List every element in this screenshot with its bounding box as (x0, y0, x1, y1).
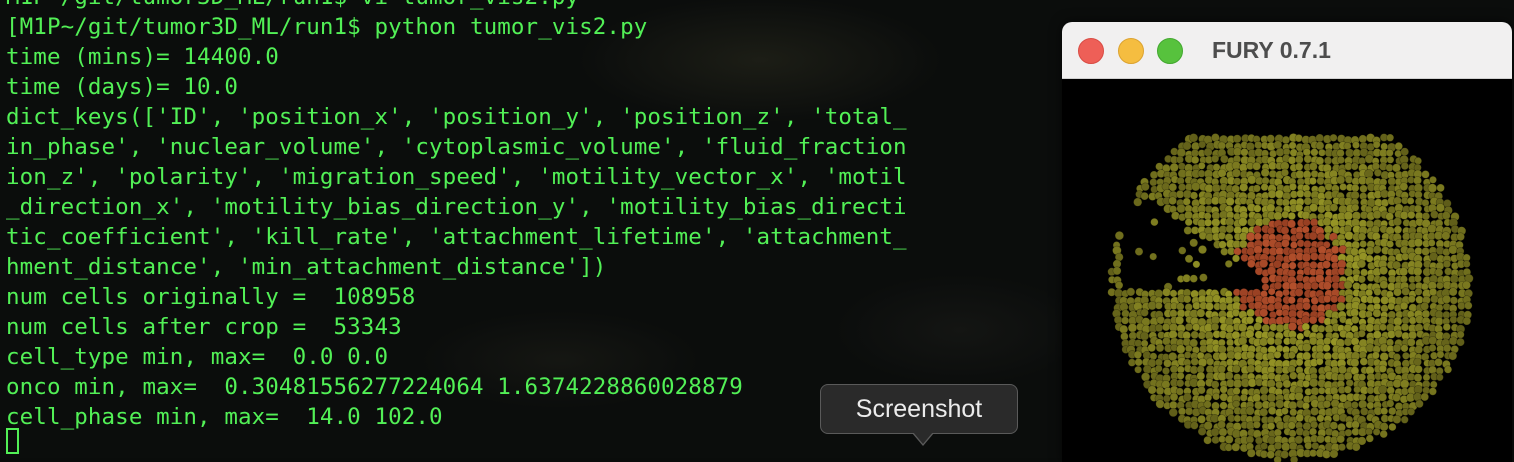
window-title: FURY 0.7.1 (1212, 37, 1331, 63)
terminal-line: tic_coefficient', 'kill_rate', 'attachme… (6, 224, 907, 250)
terminal-line: hment_distance', 'min_attachment_distanc… (6, 254, 607, 280)
minimize-window-button[interactable] (1118, 38, 1144, 64)
terminal-line: num cells after crop = 53343 (6, 314, 402, 340)
screenshot-tooltip: Screenshot (820, 384, 1018, 434)
tooltip-arrow-inner (913, 432, 933, 444)
terminal-line: dict_keys(['ID', 'position_x', 'position… (6, 104, 907, 130)
terminal-line: in_phase', 'nuclear_volume', 'cytoplasmi… (6, 134, 907, 160)
close-window-button[interactable] (1078, 38, 1104, 64)
terminal-line: time (days)= 10.0 (6, 74, 238, 100)
terminal-line: cell_type min, max= 0.0 0.0 (6, 344, 389, 370)
fury-window[interactable]: FURY 0.7.1 (1062, 22, 1512, 462)
terminal-output: M1P~/git/tumor3D_ML/run1$ vi tumor_vis2.… (6, 0, 907, 432)
terminal-line: num cells originally = 108958 (6, 284, 416, 310)
maximize-window-button[interactable] (1157, 38, 1183, 64)
tumor-3d-render[interactable] (1062, 79, 1512, 462)
terminal-line: [M1P~/git/tumor3D_ML/run1$ python tumor_… (6, 14, 648, 40)
terminal-cursor (6, 428, 19, 454)
cell-cluster (1107, 133, 1474, 462)
fury-titlebar[interactable]: FURY 0.7.1 (1062, 22, 1512, 79)
terminal-line: time (mins)= 14400.0 (6, 44, 279, 70)
terminal-line: M1P~/git/tumor3D_ML/run1$ vi tumor_vis2.… (6, 0, 907, 12)
terminal-line: cell_phase min, max= 14.0 102.0 (6, 404, 443, 430)
terminal-line: _direction_x', 'motility_bias_direction_… (6, 194, 907, 220)
terminal-line: onco min, max= 0.30481556277224064 1.637… (6, 374, 743, 400)
terminal-line: ion_z', 'polarity', 'migration_speed', '… (6, 164, 907, 190)
